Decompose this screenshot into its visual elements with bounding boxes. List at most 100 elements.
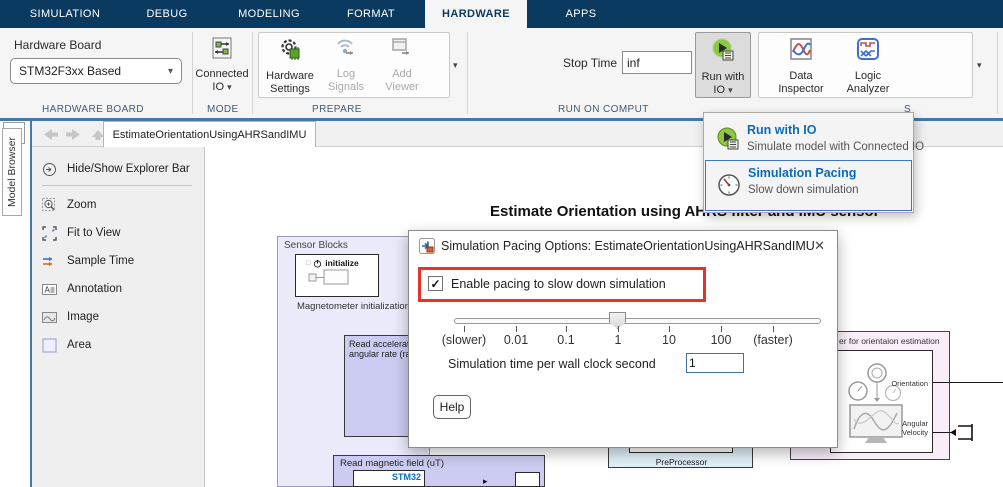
fit-view-icon <box>42 226 57 241</box>
pacing-value-input[interactable] <box>686 353 744 373</box>
menu-item-description: Slow down simulation <box>748 184 859 196</box>
palette-item-annotation[interactable]: A Annotation <box>42 279 122 299</box>
palette-item-sample-time[interactable]: Sample Time <box>42 251 134 271</box>
enable-pacing-checkbox[interactable]: ✓ <box>428 276 443 291</box>
palette-item-label: Image <box>67 311 99 323</box>
palette-item-label: Hide/Show Explorer Bar <box>67 163 190 175</box>
tab-simulation[interactable]: SIMULATION <box>14 0 116 28</box>
log-signals-button[interactable]: Log Signals <box>320 36 372 94</box>
menu-item-run-with-io[interactable]: Run with IO Simulate model with Connecte… <box>705 118 912 164</box>
palette-item-zoom[interactable]: Zoom <box>42 195 96 215</box>
stop-time-label: Stop Time <box>563 56 617 70</box>
read-magnetic-label: Read magnetic field (uT) <box>334 456 544 469</box>
dialog-title: Simulation Pacing Options: EstimateOrien… <box>441 239 815 253</box>
arrow-circle-icon <box>42 162 57 177</box>
svg-text:A: A <box>45 285 51 294</box>
palette-item-area[interactable]: Area <box>42 335 91 355</box>
connected-io-button[interactable]: Connected IO ▾ <box>194 36 250 94</box>
power-icon <box>313 259 322 268</box>
slider-label-faster: (faster) <box>753 333 793 347</box>
slider-label-001: 0.01 <box>504 333 528 347</box>
run-with-io-button[interactable]: Run with IO ▾ <box>695 32 751 98</box>
filter-inner-block[interactable]: Orientation Angular Velocity <box>830 350 933 453</box>
document-tab[interactable]: EstimateOrientationUsingAHRSandIMU <box>103 121 316 147</box>
preprocessor-label: PreProcessor <box>609 457 754 467</box>
chevron-down-icon: ▾ <box>168 66 173 77</box>
tab-hardware[interactable]: HARDWARE <box>425 0 527 28</box>
document-tab-label: EstimateOrientationUsingAHRSandIMU <box>113 129 307 141</box>
menu-item-title: Simulation Pacing <box>748 166 856 180</box>
palette-item-label: Area <box>67 339 91 351</box>
slider-label-slower: (slower) <box>442 333 486 347</box>
hardware-board-select[interactable]: STM32F3xx Based ▾ <box>10 58 182 84</box>
app-window: SIMULATION DEBUG MODELING FORMAT HARDWAR… <box>0 0 1003 487</box>
slider-label-01: 0.1 <box>557 333 574 347</box>
tab-modeling[interactable]: MODELING <box>218 0 320 28</box>
divider <box>192 32 193 114</box>
model-browser-label: Model Browser <box>6 137 18 207</box>
hardware-settings-button[interactable]: Hardware Settings <box>262 36 318 96</box>
small-block[interactable] <box>515 472 540 487</box>
prepare-gallery-arrow[interactable]: ▾ <box>453 60 458 71</box>
imu-filter-icon <box>845 361 907 447</box>
enable-pacing-label: Enable pacing to slow down simulation <box>451 277 666 291</box>
area-icon <box>42 338 57 353</box>
palette-item-fit-to-view[interactable]: Fit to View <box>42 223 120 243</box>
palette-item-hide-show-explorer[interactable]: Hide/Show Explorer Bar <box>42 159 190 179</box>
palette-separator <box>42 185 192 186</box>
pacing-slider-track[interactable] <box>454 318 821 324</box>
data-inspector-button[interactable]: Data Inspector <box>770 36 832 96</box>
dialog-icon <box>419 238 435 254</box>
hardware-board-label: Hardware Board <box>14 38 101 52</box>
simulation-pacing-icon <box>717 173 741 197</box>
ribbon: Hardware Board STM32F3xx Based ▾ HARDWAR… <box>0 28 1003 118</box>
palette-item-image[interactable]: Image <box>42 307 99 327</box>
run-with-io-menu-icon <box>715 126 741 152</box>
tab-debug[interactable]: DEBUG <box>116 0 218 28</box>
section-prepare: PREPARE <box>312 104 362 115</box>
run-with-io-label-1: Run with <box>702 71 745 84</box>
help-button[interactable]: Help <box>433 395 471 419</box>
menu-item-simulation-pacing[interactable]: Simulation Pacing Slow down simulation <box>705 160 912 211</box>
wire-orientation <box>933 382 1003 383</box>
magnetometer-init-block[interactable]: □ initialize <box>295 254 379 297</box>
divider <box>252 32 253 114</box>
port-orientation: Orientation <box>891 379 928 388</box>
simulation-pacing-dialog: Simulation Pacing Options: EstimateOrien… <box>408 230 838 448</box>
add-viewer-label-2: Viewer <box>385 81 418 94</box>
logic-analyzer-button[interactable]: Logic Analyzer <box>838 36 898 96</box>
connected-io-label-1: Connected <box>195 68 248 81</box>
gear-icon <box>277 36 303 66</box>
slider-label-100: 100 <box>711 333 732 347</box>
stm32-label: STM32 <box>354 471 424 482</box>
close-icon[interactable]: ✕ <box>814 238 825 254</box>
run-with-io-icon <box>710 37 736 67</box>
palette-item-label: Zoom <box>67 199 96 211</box>
canvas-palette: Hide/Show Explorer Bar Zoom Fit to View … <box>32 147 205 487</box>
log-signals-label-1: Log <box>337 68 355 81</box>
stm32-block[interactable]: STM32 <box>353 470 425 487</box>
stop-time-input[interactable] <box>622 51 692 74</box>
hardware-board-value: STM32F3xx Based <box>19 64 121 78</box>
menu-item-title: Run with IO <box>747 123 816 137</box>
image-icon <box>42 310 57 325</box>
filter-block-label: er for orientaion estimation <box>839 336 940 346</box>
slider-tick <box>618 326 619 332</box>
review-gallery-arrow[interactable]: ▾ <box>977 60 982 71</box>
annotation-icon: A <box>42 282 57 297</box>
terminator-icon <box>950 424 976 441</box>
data-inspector-label-1: Data <box>789 70 812 83</box>
model-browser-tab[interactable]: Model Browser <box>2 128 22 216</box>
tab-format[interactable]: FORMAT <box>320 0 422 28</box>
sample-time-icon <box>42 254 57 269</box>
slider-label-10: 10 <box>662 333 676 347</box>
tab-apps[interactable]: APPS <box>530 0 632 28</box>
slider-tick <box>669 326 670 332</box>
section-hardware-board: HARDWARE BOARD <box>42 104 144 115</box>
palette-item-label: Sample Time <box>67 255 134 267</box>
data-inspector-label-2: Inspector <box>778 83 823 96</box>
divider <box>997 32 998 114</box>
add-viewer-button[interactable]: Add Viewer <box>376 36 428 94</box>
zoom-icon <box>42 198 57 213</box>
log-signals-icon <box>333 36 359 64</box>
